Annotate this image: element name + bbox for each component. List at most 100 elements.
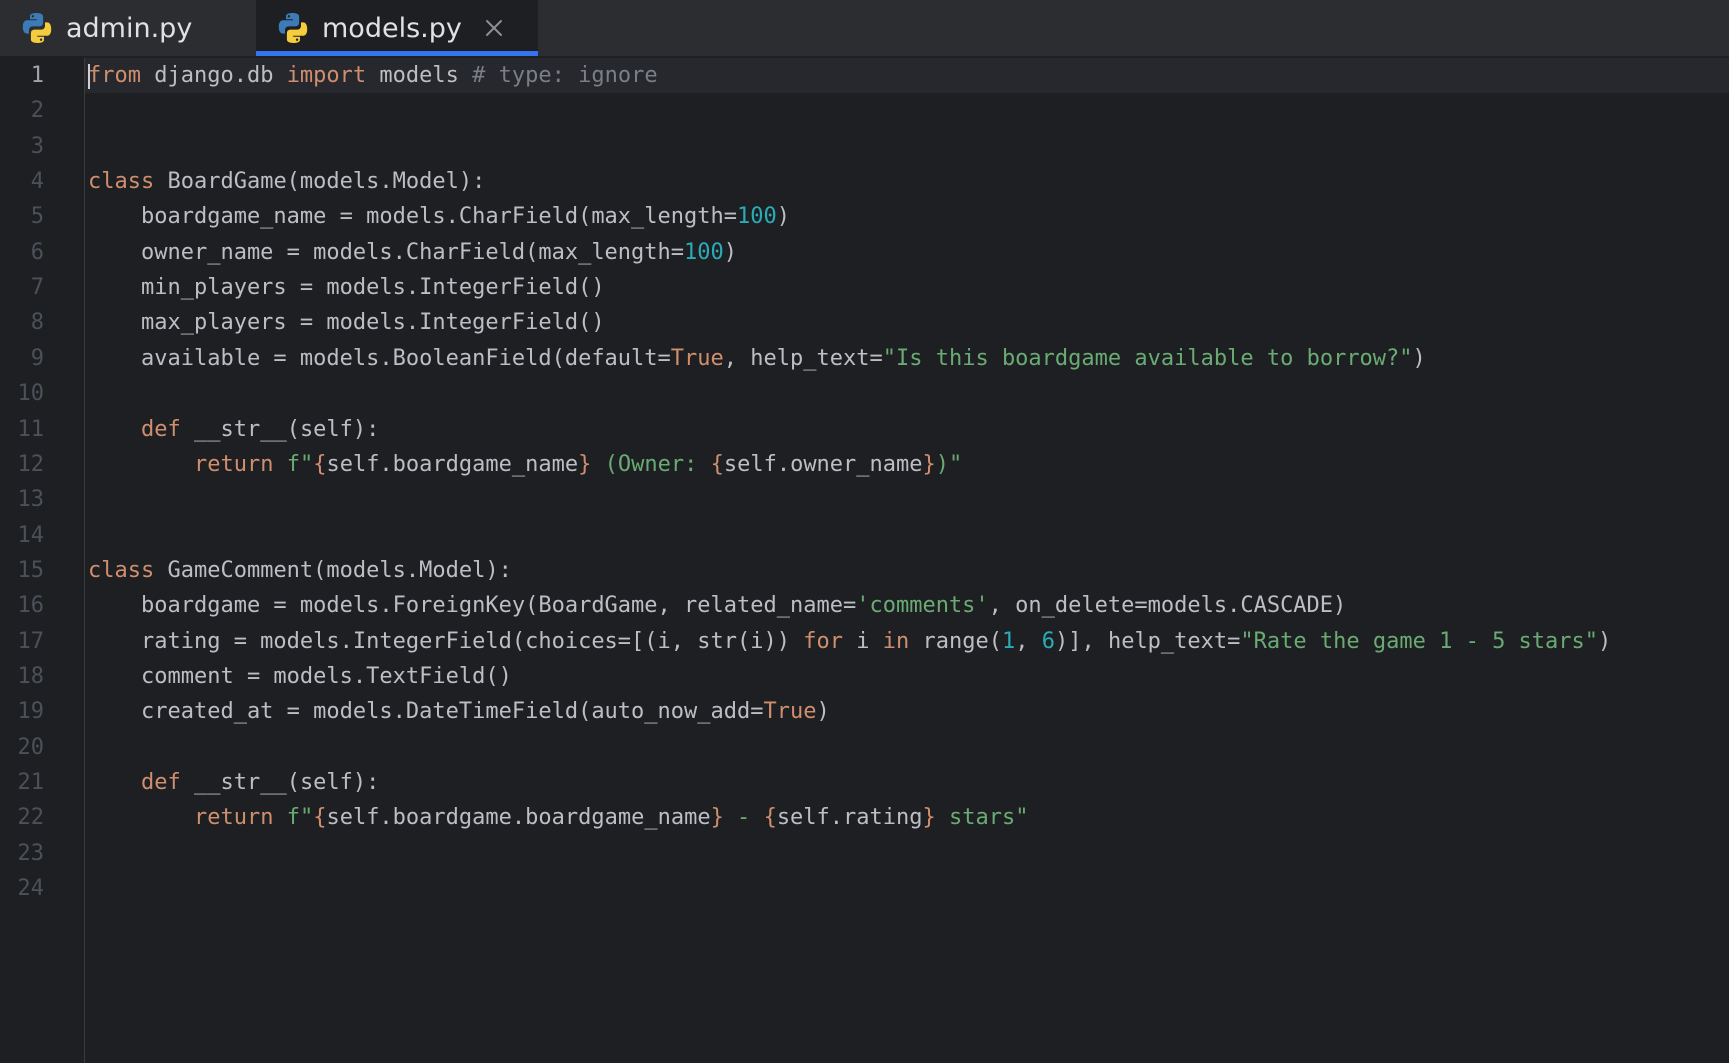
code-token: created_at = models.DateTimeField(auto_n… [88,699,764,725]
code-token: return [193,805,274,831]
line-number: 13 [17,487,45,513]
code-token: owner_name = models.CharField(max_length… [88,239,685,265]
code-token: def [140,416,181,442]
code-token: in [882,628,910,654]
code-token: i [843,628,883,654]
code-token: return [193,451,274,477]
code-line[interactable]: def __str__(self): [88,765,379,800]
code-token: } [922,451,936,477]
code-token: __str__(self): [180,416,380,442]
tab-label: admin.py [66,12,193,44]
code-token: class [88,557,155,583]
code-line[interactable]: return f"{self.boardgame.boardgame_name}… [88,800,1029,835]
code-token: models [366,63,473,88]
line-number: 3 [30,133,44,159]
line-number: 14 [17,522,45,548]
line-number: 5 [30,204,44,230]
code-token: "Is this boardgame available to borrow?" [882,345,1413,371]
line-number-gutter[interactable]: 1 2 3 4 5 6 7 8 9 10 11 12 13 14 15 16 17 18 19 20 21 22 23 24 [0,58,85,1063]
code-token: BoardGame(models.Model): [154,169,486,195]
code-token: } [922,805,936,831]
code-line[interactable]: class GameComment(models.Model): [88,553,512,588]
line-number: 6 [30,239,44,265]
line-number: 7 [30,275,44,301]
code-token: 100 [737,204,777,230]
code-token: f" [286,805,314,831]
python-icon [22,13,52,43]
code-token: True [670,345,724,371]
line-number: 10 [17,381,45,407]
code-token: def [140,770,181,795]
code-token: )], help_text= [1054,628,1241,654]
code-line[interactable]: boardgame_name = models.CharField(max_le… [88,199,790,234]
line-number: 21 [17,770,45,795]
code-token: { [313,805,327,831]
code-token: stars" [935,805,1029,831]
line-number: 1 [30,63,44,88]
tab-models-py[interactable]: models.py [256,0,538,56]
code-line[interactable]: from django.db import models # type: ign… [88,58,658,93]
code-line[interactable]: class BoardGame(models.Model): [88,164,485,199]
code-token: 6 [1041,628,1055,654]
code-token: { [313,451,327,477]
code-line[interactable]: created_at = models.DateTimeField(auto_n… [88,694,830,729]
code-token: import [286,63,367,88]
code-token: - [723,805,764,831]
code-line[interactable]: owner_name = models.CharField(max_length… [88,235,737,270]
code-line[interactable]: return f"{self.boardgame_name} (Owner: {… [88,447,962,482]
code-token: } [710,805,724,831]
ide-window: admin.py models.py 1 2 3 4 5 6 7 8 9 10 11 12 13 14 15… [0,0,1729,1063]
code-token: , on_delete=models.CASCADE) [988,593,1347,619]
line-number: 20 [17,734,45,760]
code-token: max_players = models.IntegerField() [88,310,605,336]
line-number: 19 [17,699,45,725]
code-line[interactable]: boardgame = models.ForeignKey(BoardGame,… [88,588,1346,623]
code-token: GameComment(models.Model): [154,557,512,583]
line-number: 17 [17,628,45,654]
code-token: ) [1598,628,1612,654]
code-token: self.boardgame.boardgame_name [326,805,711,831]
code-token: __str__(self): [180,770,380,795]
line-number: 2 [30,98,44,124]
code-token: self.rating [776,805,923,831]
close-icon[interactable] [484,18,504,38]
code-token: , help_text= [723,345,883,371]
line-number: 22 [17,805,45,831]
code-token: , [1015,628,1042,654]
code-token: f" [286,451,314,477]
code-token: comment = models.TextField() [88,663,512,689]
code-line[interactable]: min_players = models.IntegerField() [88,270,605,305]
code-token: boardgame = models.ForeignKey(BoardGame,… [88,593,857,619]
text-caret [88,64,90,89]
code-token: )" [935,451,963,477]
code-area[interactable]: from django.db import models # type: ign… [85,58,1729,1063]
code-line[interactable]: rating = models.IntegerField(choices=[(i… [88,624,1611,659]
python-icon [278,13,308,43]
line-number: 12 [17,451,45,477]
code-token: self.boardgame_name [326,451,579,477]
tab-admin-py[interactable]: admin.py [0,0,256,56]
code-token: rating = models.IntegerField(choices=[(i… [88,628,804,654]
code-token: ) [816,699,830,725]
code-token: ) [1412,345,1426,371]
code-token: 'comments' [856,593,989,619]
code-token: (Owner: [591,451,711,477]
code-token: boardgame_name = models.CharField(max_le… [88,204,738,230]
code-editor[interactable]: 1 2 3 4 5 6 7 8 9 10 11 12 13 14 15 16 17 18 19 20 21 22 23 24 … [0,58,1729,1063]
code-line[interactable]: comment = models.TextField() [88,659,512,694]
code-token: ) [776,204,791,230]
line-number: 8 [30,310,44,336]
code-token: from [88,63,141,88]
code-line[interactable]: available = models.BooleanField(default=… [88,341,1426,376]
code-token: min_players = models.IntegerField() [88,275,605,301]
code-line[interactable]: max_players = models.IntegerField() [88,305,605,340]
line-number: 24 [17,876,45,902]
code-token: 1 [1001,628,1016,654]
code-token: self.owner_name [723,451,923,477]
tab-label: models.py [322,12,462,44]
code-line[interactable]: def __str__(self): [88,412,379,447]
